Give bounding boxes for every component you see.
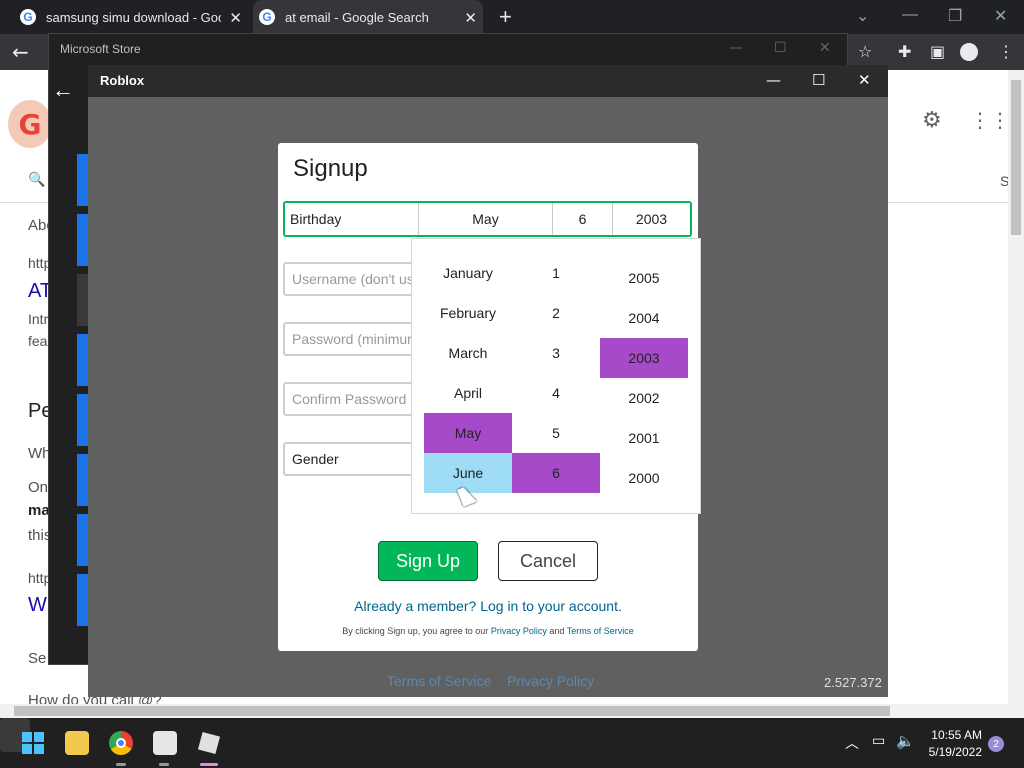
result-snippet: Intr: [28, 311, 49, 327]
chrome-tab-bar: G samsung simu download - Goog ✕ G at em…: [0, 0, 1024, 34]
tab-title: samsung simu download - Goog: [46, 9, 221, 25]
google-g-icon: G: [20, 9, 36, 25]
minimize-icon[interactable]: —: [902, 6, 918, 24]
year-option[interactable]: 2000: [600, 458, 688, 498]
birthday-year-select[interactable]: 2003: [613, 203, 690, 235]
running-indicator: [116, 763, 126, 766]
year-option[interactable]: 2005: [600, 258, 688, 298]
footer-privacy-link[interactable]: Privacy Policy: [507, 673, 594, 689]
scrollbar-thumb[interactable]: [1011, 80, 1021, 235]
minimize-icon[interactable]: —: [766, 71, 781, 89]
month-option-selected[interactable]: May: [424, 413, 512, 453]
version-label: 2.527.372: [824, 675, 882, 690]
back-arrow-icon[interactable]: ←: [12, 40, 29, 64]
day-option[interactable]: 4: [512, 373, 600, 413]
terms-notice: By clicking Sign up, you agree to our Pr…: [278, 626, 698, 636]
scrollbar-thumb[interactable]: [14, 706, 890, 716]
close-icon[interactable]: ✕: [994, 6, 1007, 26]
birthday-day-select[interactable]: 6: [553, 203, 613, 235]
day-option[interactable]: 1: [512, 253, 600, 293]
tab-close-icon[interactable]: ✕: [464, 9, 477, 27]
tab-at-email[interactable]: G at email - Google Search ✕: [253, 0, 483, 34]
back-arrow-icon[interactable]: ←: [52, 77, 74, 103]
birthday-label: Birthday: [285, 203, 419, 235]
terms-of-service-link[interactable]: Terms of Service: [567, 626, 634, 636]
tab-search-icon[interactable]: ⌄: [856, 6, 869, 26]
month-option[interactable]: February: [424, 293, 512, 333]
google-g-icon: G: [259, 9, 275, 25]
extensions-icon[interactable]: ✚: [898, 42, 911, 61]
google-logo[interactable]: G: [8, 100, 52, 148]
month-option[interactable]: March: [424, 333, 512, 373]
profile-avatar-icon[interactable]: [960, 43, 978, 61]
year-option[interactable]: 2002: [600, 378, 688, 418]
terms-and: and: [549, 626, 565, 636]
answer-snippet: ma: [28, 502, 50, 519]
date-picker-dropdown: January February March April May June 1 …: [411, 238, 701, 514]
password-input[interactable]: Password (minimum 8 characters): [283, 322, 423, 356]
day-option[interactable]: 3: [512, 333, 600, 373]
year-option[interactable]: 2001: [600, 418, 688, 458]
running-indicator: [159, 763, 169, 766]
year-option-selected[interactable]: 2003: [600, 338, 688, 378]
restore-icon[interactable]: ❐: [948, 6, 962, 26]
month-option[interactable]: January: [424, 253, 512, 293]
window-title: Microsoft Store: [60, 42, 141, 56]
dialog-title: Signup: [293, 155, 368, 182]
day-option[interactable]: 2: [512, 293, 600, 333]
gender-select[interactable]: Gender: [283, 442, 423, 476]
window-title: Roblox: [100, 73, 145, 88]
tab-title: at email - Google Search: [285, 9, 429, 25]
terms-prefix: By clicking Sign up, you agree to our: [342, 626, 489, 636]
file-explorer-icon[interactable]: [65, 731, 89, 755]
maximize-icon[interactable]: ☐: [774, 40, 787, 56]
question-item[interactable]: Se: [28, 650, 46, 667]
volume-icon[interactable]: 🔈: [896, 732, 915, 750]
search-icon: 🔍: [28, 172, 46, 188]
year-option[interactable]: 2004: [600, 298, 688, 338]
result-snippet: fea: [28, 333, 48, 349]
cancel-button[interactable]: Cancel: [498, 541, 598, 581]
maximize-icon[interactable]: ☐: [812, 71, 825, 89]
windows-taskbar: ︿ ▭ 🔈 10:55 AM 5/19/2022 2: [0, 718, 1024, 768]
privacy-policy-link[interactable]: Privacy Policy: [491, 626, 547, 636]
active-indicator: [200, 763, 218, 766]
result-title[interactable]: W: [28, 594, 47, 617]
clock-date[interactable]: 5/19/2022: [927, 745, 982, 759]
notification-badge[interactable]: 2: [988, 736, 1004, 752]
star-icon[interactable]: ☆: [858, 42, 872, 61]
vertical-scrollbar[interactable]: [1008, 70, 1024, 718]
birthday-field[interactable]: Birthday May 6 2003: [283, 201, 692, 237]
footer-terms-link[interactable]: Terms of Service: [387, 673, 491, 689]
day-option-selected[interactable]: 6: [512, 453, 600, 493]
side-panel-icon[interactable]: ▣: [930, 42, 945, 61]
roblox-icon: [197, 731, 221, 755]
roblox-titlebar: Roblox — ☐ ✕: [88, 65, 888, 97]
confirm-password-input[interactable]: Confirm Password: [283, 382, 423, 416]
minimize-icon[interactable]: —: [729, 40, 743, 56]
day-option[interactable]: 5: [512, 413, 600, 453]
horizontal-scrollbar[interactable]: [0, 704, 1008, 718]
clock-time[interactable]: 10:55 AM: [930, 728, 982, 742]
menu-dots-icon[interactable]: ⋮: [998, 42, 1014, 61]
chrome-icon-center: [116, 738, 126, 748]
sign-up-button[interactable]: Sign Up: [378, 541, 478, 581]
birthday-month-select[interactable]: May: [419, 203, 553, 235]
new-tab-button[interactable]: +: [499, 4, 512, 30]
microsoft-store-icon[interactable]: [153, 731, 177, 755]
close-icon[interactable]: ✕: [858, 71, 871, 89]
chevron-up-icon[interactable]: ︿: [845, 733, 859, 753]
gear-icon[interactable]: ⚙: [922, 108, 942, 133]
login-link[interactable]: Already a member? Log in to your account…: [278, 598, 698, 614]
close-icon[interactable]: ✕: [819, 40, 831, 56]
windows-start-icon[interactable]: [22, 732, 44, 754]
tab-samsung-simu[interactable]: G samsung simu download - Goog ✕: [20, 0, 242, 34]
answer-snippet: On: [28, 479, 49, 496]
username-input[interactable]: Username (don't use your real name): [283, 262, 423, 296]
month-option[interactable]: April: [424, 373, 512, 413]
network-icon[interactable]: ▭: [872, 733, 885, 749]
tab-close-icon[interactable]: ✕: [229, 9, 242, 27]
